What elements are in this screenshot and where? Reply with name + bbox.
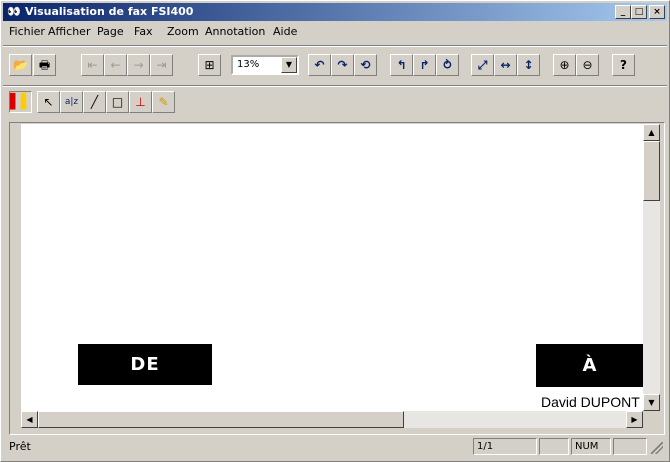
horizontal-scrollbar[interactable]: ◀ ▶ [21, 411, 643, 428]
menu-afficher[interactable]: Afficher [48, 25, 90, 39]
fit-width-icon[interactable]: ↔ [494, 54, 517, 76]
status-panel-empty-2 [613, 438, 647, 455]
text-tool-icon[interactable]: a|z [60, 91, 83, 113]
menu-annotation[interactable]: Annotation [205, 25, 265, 39]
color-swatch: ▌ [20, 94, 32, 110]
rotate-right-icon[interactable]: ↷ [331, 54, 354, 76]
app-window: 👀 Visualisation de fax FSI400 _ □ × Fich… [0, 0, 670, 462]
scroll-up-icon[interactable]: ▲ [643, 124, 660, 141]
highlighter-tool-icon[interactable]: ✎ [152, 91, 175, 113]
previous-page-icon[interactable]: ← [104, 54, 127, 76]
fit-page-icon[interactable]: ⤢ [471, 54, 494, 76]
resize-grip[interactable] [651, 442, 663, 454]
scroll-left-icon[interactable]: ◀ [21, 411, 38, 428]
fax-viewer-icon: 👀 [7, 5, 21, 18]
minimize-button[interactable]: _ [615, 5, 631, 19]
status-bar: Prêt 1/1 NUM [3, 436, 667, 458]
rotate-180-icon[interactable]: ⟲ [354, 54, 377, 76]
stamp-tool-icon[interactable]: ⊥ [129, 91, 152, 113]
window-title: Visualisation de fax FSI400 [25, 5, 194, 18]
main-toolbar: 📂 🖶 ⇤ ← → ⇥ ⊞ 13% ▼ ↶ ↷ ⟲ ↰ ↱ ⥁ ⤢ ↔ ↕ ⊕ … [3, 54, 667, 82]
zoom-value: 13% [237, 59, 260, 70]
toolbar-separator-2 [3, 85, 667, 87]
horizontal-scroll-thumb[interactable] [38, 411, 404, 428]
menu-bar: Fichier Afficher Page Fax Zoom Annotatio… [3, 22, 667, 41]
rotate-all-left-icon[interactable]: ↰ [390, 54, 413, 76]
num-lock-indicator: NUM [571, 438, 611, 455]
next-page-icon[interactable]: → [127, 54, 150, 76]
scroll-corner [643, 411, 660, 428]
status-text: Prêt [9, 440, 31, 453]
menu-fichier[interactable]: Fichier [9, 25, 45, 39]
toolbar-separator [3, 45, 667, 47]
maximize-button[interactable]: □ [631, 5, 647, 19]
first-page-icon[interactable]: ⇤ [81, 54, 104, 76]
fit-height-icon[interactable]: ↕ [517, 54, 540, 76]
recipient-name: David DUPONT [541, 394, 640, 410]
from-label: DE [78, 344, 212, 385]
help-icon[interactable]: ? [612, 54, 635, 76]
zoom-out-icon[interactable]: ⊖ [576, 54, 599, 76]
line-tool-icon[interactable]: ╱ [83, 91, 106, 113]
open-icon[interactable]: 📂 [9, 54, 32, 76]
menu-page[interactable]: Page [97, 25, 124, 39]
rectangle-tool-icon[interactable]: □ [106, 91, 129, 113]
scroll-down-icon[interactable]: ▼ [643, 394, 660, 411]
to-label: À [536, 344, 643, 387]
vertical-scroll-thumb[interactable] [643, 141, 660, 201]
select-pointer-icon[interactable]: ↖ [37, 91, 60, 113]
menu-zoom[interactable]: Zoom [167, 25, 199, 39]
menu-aide[interactable]: Aide [273, 25, 297, 39]
grid-icon[interactable]: ⊞ [198, 54, 221, 76]
last-page-icon[interactable]: ⇥ [150, 54, 173, 76]
rotate-all-180-icon[interactable]: ⥁ [436, 54, 459, 76]
zoom-select[interactable]: 13% ▼ [231, 55, 299, 75]
document-left-margin [10, 123, 21, 411]
annotation-toolbar: ▌▌ ↖ a|z ╱ □ ⊥ ✎ [3, 91, 667, 117]
scroll-right-icon[interactable]: ▶ [626, 411, 643, 428]
color-icon[interactable]: ▌▌ [9, 91, 32, 113]
rotate-left-icon[interactable]: ↶ [308, 54, 331, 76]
chevron-down-icon[interactable]: ▼ [281, 57, 297, 73]
rotate-all-right-icon[interactable]: ↱ [413, 54, 436, 76]
fax-page-view[interactable]: DE À David DUPONT [21, 124, 643, 411]
page-counter: 1/1 [473, 438, 537, 455]
menu-fax[interactable]: Fax [134, 25, 153, 39]
print-icon[interactable]: 🖶 [33, 54, 56, 76]
title-bar[interactable]: 👀 Visualisation de fax FSI400 _ □ × [3, 3, 667, 21]
close-button[interactable]: × [649, 5, 665, 19]
status-panel-empty [539, 438, 569, 455]
vertical-scrollbar[interactable]: ▲ ▼ [643, 124, 660, 411]
zoom-in-icon[interactable]: ⊕ [553, 54, 576, 76]
